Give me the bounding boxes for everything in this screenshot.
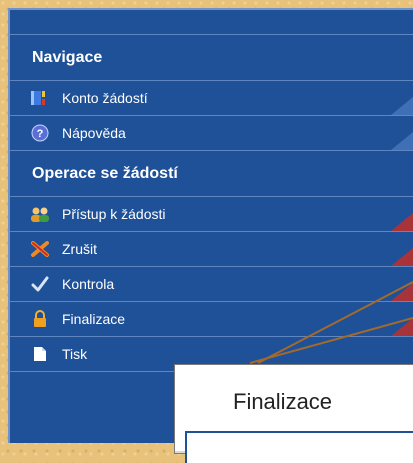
lock-icon — [30, 309, 50, 329]
svg-text:?: ? — [37, 128, 44, 140]
users-icon — [30, 204, 50, 224]
sidebar-item-label: Nápověda — [62, 125, 126, 141]
sidebar-item-finalizace[interactable]: Finalizace — [10, 302, 413, 337]
sidebar-item-label: Zrušit — [62, 241, 97, 257]
corner-triangle — [391, 132, 413, 150]
sidebar-item-label: Přístup k žádosti — [62, 206, 166, 222]
callout-box: Finalizace — [174, 364, 413, 463]
corner-triangle — [391, 248, 413, 266]
cancel-icon — [30, 239, 50, 259]
callout-field — [185, 431, 413, 463]
corner-triangle — [391, 97, 413, 115]
sidebar-item-label: Finalizace — [62, 311, 126, 327]
help-icon: ? — [30, 123, 50, 143]
corner-triangle — [391, 283, 413, 301]
sidebar-item-konto-zadosti[interactable]: Konto žádostí — [10, 81, 413, 116]
callout-title: Finalizace — [233, 389, 333, 414]
sidebar-item-napoveda[interactable]: ? Nápověda — [10, 116, 413, 151]
sidebar-item-kontrola[interactable]: Kontrola — [10, 267, 413, 302]
corner-triangle — [391, 213, 413, 231]
corner-triangle — [391, 318, 413, 336]
section-header-operations: Operace se žádostí — [10, 151, 413, 197]
accounts-icon — [30, 88, 50, 108]
checkmark-icon — [30, 274, 50, 294]
section-header-navigation: Navigace — [10, 35, 413, 81]
sidebar-item-pristup-k-zadosti[interactable]: Přístup k žádosti — [10, 197, 413, 232]
sidebar-top-bar — [10, 10, 413, 35]
sidebar-item-label: Konto žádostí — [62, 90, 148, 106]
sidebar-item-label: Kontrola — [62, 276, 115, 292]
sidebar-item-zrusit[interactable]: Zrušit — [10, 232, 413, 267]
sidebar-item-label: Tisk — [62, 346, 88, 362]
document-icon — [30, 344, 50, 364]
